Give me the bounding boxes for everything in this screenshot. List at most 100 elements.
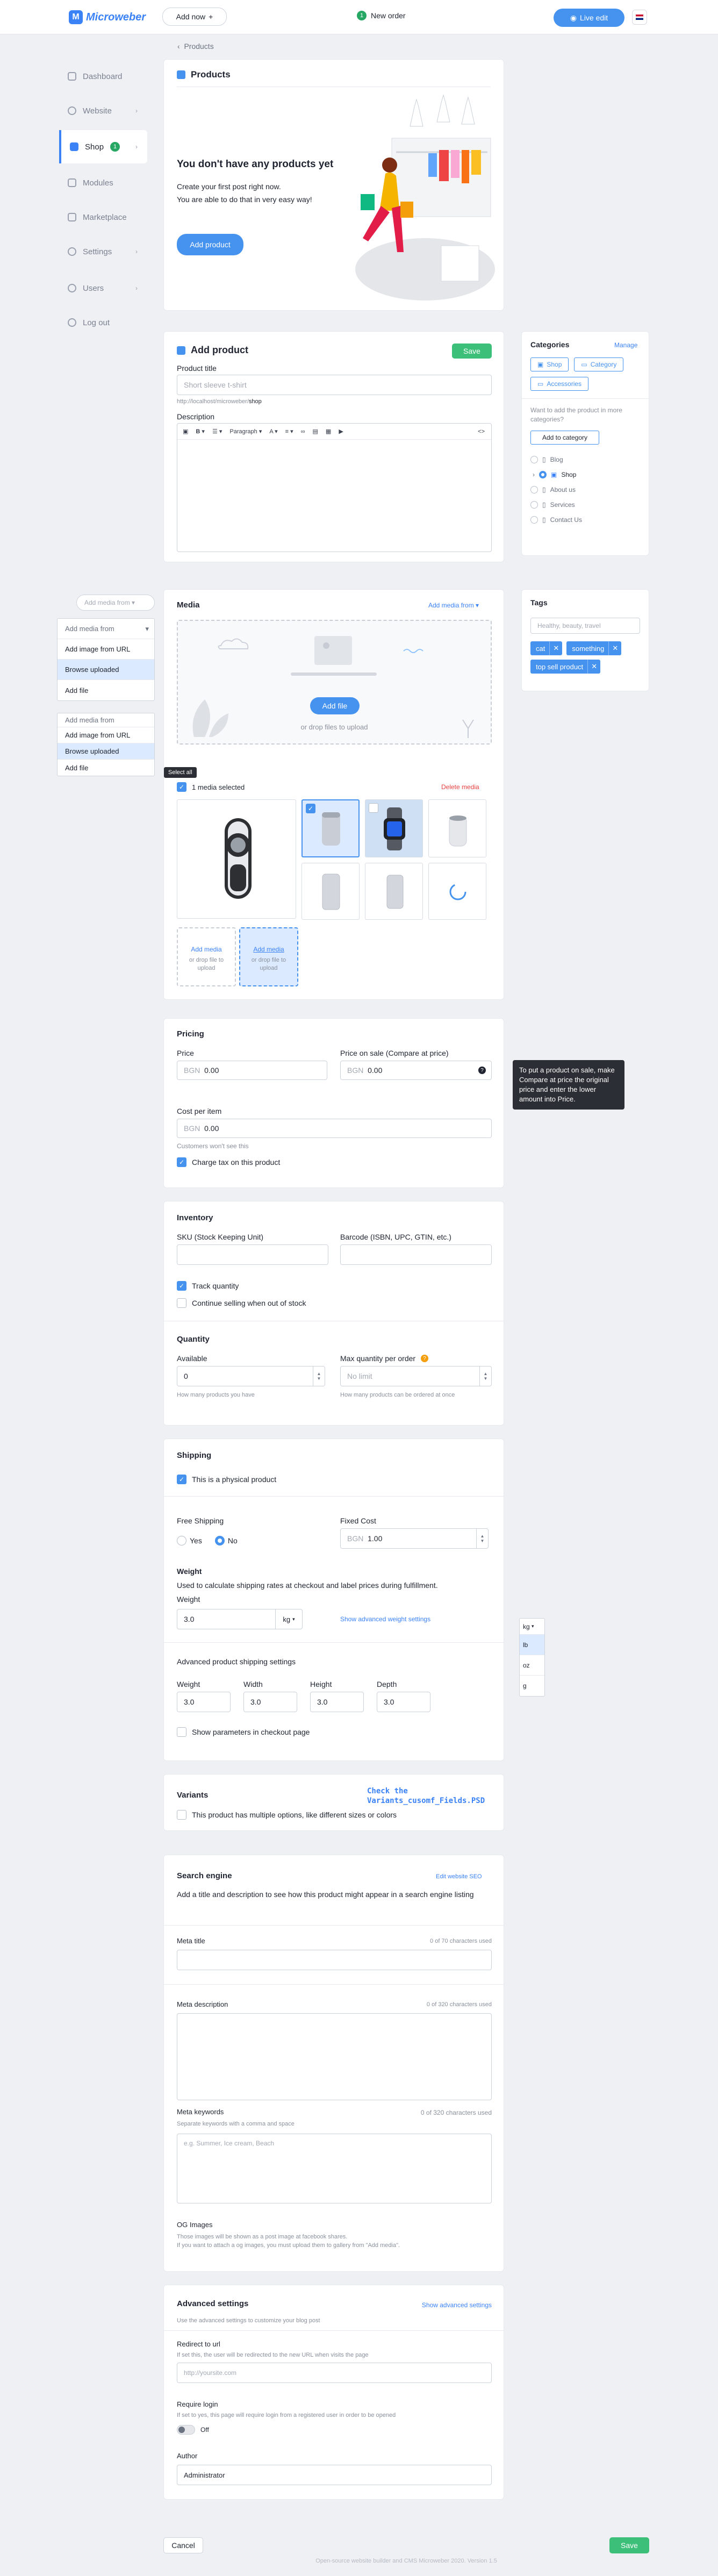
product-title-input[interactable]: Short sleeve t-shirt	[177, 375, 492, 395]
unit-option-oz[interactable]: oz	[520, 1655, 544, 1676]
dropdown-item-file[interactable]: Add file	[58, 760, 154, 776]
category-tab-accessories[interactable]: ▭ Accessories	[530, 377, 589, 391]
sidebar-item-users[interactable]: Users ›	[59, 273, 147, 303]
sku-input[interactable]	[177, 1244, 328, 1265]
delete-media-link[interactable]: Delete media	[441, 783, 479, 791]
depth-input[interactable]: 3.0	[377, 1692, 430, 1712]
tags-input[interactable]: Healthy, beauty, travel	[530, 618, 640, 634]
tree-item-services[interactable]: ▯ Services	[530, 497, 641, 512]
continue-selling-checkbox[interactable]: Continue selling when out of stock	[177, 1298, 306, 1308]
show-advanced-weight-link[interactable]: Show advanced weight settings	[340, 1615, 430, 1623]
sidebar-item-settings[interactable]: Settings ›	[59, 237, 147, 267]
sale-price-input[interactable]: BGN 0.00?	[340, 1061, 492, 1080]
close-icon[interactable]: ✕	[549, 641, 562, 655]
dropdown-item-browse[interactable]: Browse uploaded	[58, 660, 154, 680]
save-button[interactable]: Save	[609, 2537, 649, 2553]
dropdown-item-url[interactable]: Add image from URL	[58, 639, 154, 660]
stepper-icon[interactable]: ▲ ▼	[476, 1529, 488, 1548]
show-parameters-checkbox[interactable]: Show parameters in checkout page	[177, 1727, 310, 1737]
dropdown-item[interactable]: kg ▾	[520, 1619, 544, 1635]
stepper-icon[interactable]: ▲ ▼	[479, 1366, 491, 1386]
category-tab-shop[interactable]: ▣ Shop	[530, 357, 569, 371]
require-login-toggle[interactable]: Off	[177, 2425, 209, 2435]
add-media-from-link[interactable]: Add media from ▾	[428, 602, 479, 609]
close-icon[interactable]: ✕	[587, 660, 600, 674]
stepper-icon[interactable]: ▲ ▼	[313, 1366, 325, 1386]
category-tab-category[interactable]: ▭ Category	[574, 357, 624, 371]
save-button-top[interactable]: Save	[452, 344, 492, 359]
cancel-button[interactable]: Cancel	[163, 2537, 203, 2553]
multiple-options-checkbox[interactable]: This product has multiple options, like …	[177, 1810, 397, 1820]
unit-option-lb[interactable]: lb	[520, 1635, 544, 1655]
tree-item-contact[interactable]: ▯ Contact Us	[530, 512, 641, 527]
select-all-tooltip[interactable]: Select all	[164, 767, 197, 778]
barcode-input[interactable]	[340, 1244, 492, 1265]
image-icon[interactable]: ▣	[183, 428, 188, 435]
dropdown-item-url[interactable]: Add image from URL	[58, 727, 154, 743]
sidebar-item-dashboard[interactable]: Dashboard	[59, 61, 147, 91]
cost-per-item-input[interactable]: BGN 0.00	[177, 1119, 492, 1138]
author-input[interactable]: Administrator	[177, 2465, 492, 2485]
add-file-button[interactable]: Add file	[310, 697, 360, 714]
paragraph-select[interactable]: Paragraph ▾	[229, 428, 262, 435]
sidebar-item-shop[interactable]: Shop 1 ›	[59, 130, 147, 163]
weight-input[interactable]: 3.0 kg ▾	[177, 1609, 303, 1629]
available-quantity-input[interactable]: 0 ▲ ▼	[177, 1366, 325, 1386]
text-color-icon[interactable]: A ▾	[269, 428, 277, 435]
redirect-url-input[interactable]: http://yoursite.com	[177, 2363, 492, 2383]
chevron-left-icon[interactable]: ‹	[177, 42, 180, 51]
media-select-checkbox[interactable]: ✓	[306, 804, 315, 813]
media-thumbnail[interactable]	[301, 863, 360, 920]
fixed-cost-input[interactable]: BGN 1.00 ▲ ▼	[340, 1528, 489, 1549]
sidebar-item-website[interactable]: Website ›	[59, 96, 147, 126]
add-to-category-button[interactable]: Add to category	[530, 431, 599, 445]
manage-categories-link[interactable]: Manage	[614, 341, 637, 349]
media-icon[interactable]: ▤	[313, 428, 318, 435]
width-input[interactable]: 3.0	[243, 1692, 297, 1712]
sidebar-item-marketplace[interactable]: Marketplace	[59, 202, 147, 232]
tree-item-about[interactable]: ▯ About us	[530, 482, 641, 497]
add-media-tile-hover[interactable]: Add media or drop file to upload	[239, 927, 298, 986]
edit-website-seo-link[interactable]: Edit website SEO	[436, 1873, 482, 1880]
media-dropzone[interactable]: Add file or drop files to upload	[177, 620, 492, 745]
dropdown-item[interactable]: Add media from	[58, 713, 154, 727]
help-icon[interactable]: ?	[421, 1355, 429, 1362]
meta-title-input[interactable]	[177, 1950, 492, 1970]
media-thumbnail[interactable]	[177, 799, 296, 919]
add-media-tile[interactable]: Add media or drop file to upload	[177, 927, 236, 986]
list-icon[interactable]: ≡ ▾	[285, 428, 293, 435]
meta-keywords-textarea[interactable]: e.g. Summer, Ice cream, Beach	[177, 2134, 492, 2203]
table-icon[interactable]: ▦	[326, 428, 331, 435]
add-now-button[interactable]: Add now +	[162, 8, 227, 26]
free-shipping-yes-radio[interactable]: Yes	[177, 1536, 202, 1545]
new-order-link[interactable]: 1 New order	[357, 11, 406, 20]
video-icon[interactable]: ▶	[339, 428, 343, 435]
media-thumbnail[interactable]	[365, 799, 423, 857]
media-source-select[interactable]: Add media from ▾	[76, 595, 155, 611]
adv-weight-input[interactable]: 3.0	[177, 1692, 231, 1712]
media-thumbnail-selected[interactable]: ✓	[301, 799, 360, 857]
help-icon[interactable]: ?	[478, 1067, 486, 1074]
media-select-checkbox[interactable]	[369, 803, 378, 813]
dropdown-item-browse[interactable]: Browse uploaded	[58, 743, 154, 760]
track-quantity-checkbox[interactable]: ✓ Track quantity	[177, 1281, 239, 1291]
bold-icon[interactable]: B ▾	[196, 428, 205, 435]
code-icon[interactable]: <>	[478, 428, 485, 435]
language-flag-icon[interactable]	[632, 10, 647, 25]
meta-description-textarea[interactable]	[177, 2013, 492, 2100]
tree-item-blog[interactable]: ▯ Blog	[530, 452, 641, 467]
select-all-checkbox[interactable]: ✓	[177, 782, 186, 792]
add-product-button[interactable]: Add product	[177, 234, 243, 255]
charge-tax-checkbox[interactable]: ✓ Charge tax on this product	[177, 1157, 280, 1167]
dropdown-item[interactable]: Add media from ▾	[58, 619, 154, 639]
dropdown-item-file[interactable]: Add file	[58, 680, 154, 700]
align-icon[interactable]: ☰ ▾	[212, 428, 222, 435]
show-advanced-settings-link[interactable]: Show advanced settings	[410, 2301, 492, 2309]
logo[interactable]: M Microweber	[69, 9, 146, 26]
weight-unit-select[interactable]: kg ▾	[275, 1609, 302, 1629]
unit-option-g[interactable]: g	[520, 1676, 544, 1696]
tree-item-shop[interactable]: › ▣ Shop	[530, 467, 641, 482]
sidebar-item-logout[interactable]: Log out	[59, 307, 147, 338]
max-quantity-input[interactable]: No limit ▲ ▼	[340, 1366, 492, 1386]
media-thumbnail[interactable]	[365, 863, 423, 920]
